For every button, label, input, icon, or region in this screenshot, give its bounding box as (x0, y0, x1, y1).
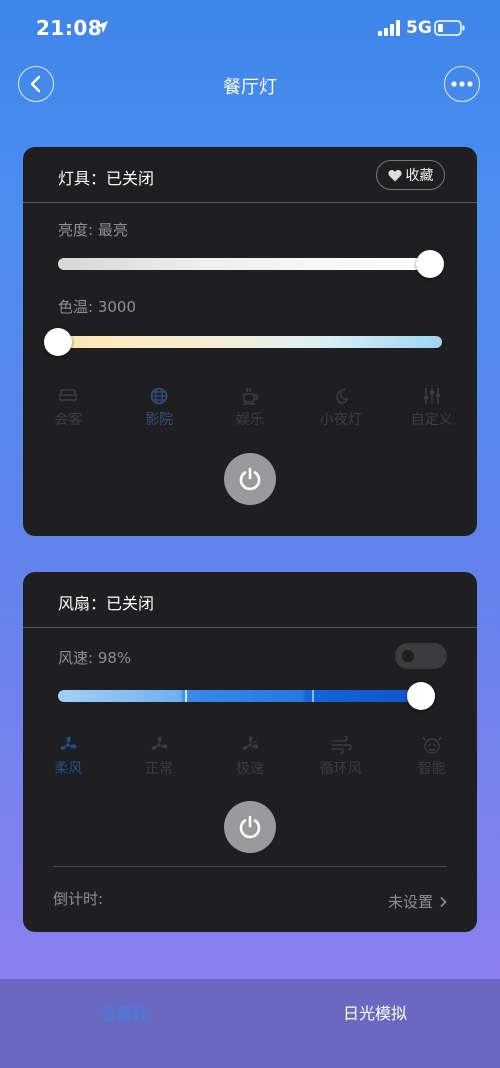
mode-label: 会客 (54, 412, 83, 428)
fan-mode-label: 智能 (417, 761, 446, 777)
power-icon (239, 467, 261, 491)
fan-icon (242, 736, 259, 751)
brightness-label: 亮度: 最亮 (58, 221, 128, 239)
fan-icon (60, 736, 77, 751)
fan-power-button[interactable] (224, 801, 276, 853)
speed-segment-divider (185, 690, 187, 702)
light-mode-row: 会客 影院 娱乐 小夜灯 自定义 (23, 386, 477, 429)
mode-meeting[interactable]: 会客 (23, 386, 114, 429)
fan-icon (151, 736, 168, 751)
navigation-bar: 餐厅灯 (0, 58, 500, 110)
favorite-label: 收藏 (405, 168, 434, 184)
coffee-icon (242, 388, 259, 405)
fan-mode-smart[interactable]: 智能 (386, 734, 477, 778)
fan-mode-label: 循环风 (319, 761, 362, 777)
wind-icon (330, 735, 352, 755)
brightness-slider-handle[interactable] (416, 250, 444, 278)
fan-mode-circulate[interactable]: 循环风 (295, 734, 386, 778)
light-power-button[interactable] (224, 453, 276, 505)
mode-label: 小夜灯 (319, 412, 362, 428)
status-time: 21:08 (36, 16, 103, 40)
light-card-header: 灯具：已关闭 收藏 (23, 147, 477, 203)
color-temperature-label: 色温: 3000 (58, 298, 136, 316)
cellular-signal-icon (378, 20, 400, 36)
fan-speed-label: 风速: 98% (58, 649, 132, 667)
timer-value: 未设置 (387, 893, 433, 911)
fan-mode-turbo[interactable]: 极速 (205, 734, 296, 778)
timer-label: 倒计时: (53, 890, 104, 908)
power-icon (239, 815, 261, 839)
more-dots-icon (451, 81, 473, 87)
tab-daylight-simulation[interactable]: 日光模拟 (250, 979, 500, 1068)
fan-card: 风扇：已关闭 风速: 98% 柔风 正常 极速 循环风 智能 倒计时: 未设置 (23, 572, 477, 932)
mode-label: 影院 (145, 412, 174, 428)
light-card: 灯具：已关闭 收藏 亮度: 最亮 色温: 3000 会客 影院 娱乐 小夜灯 自… (23, 147, 477, 536)
moon-icon (336, 388, 348, 404)
timer-setting[interactable]: 未设置 (388, 891, 447, 912)
mode-entertainment[interactable]: 娱乐 (205, 386, 296, 429)
color-temperature-slider-handle[interactable] (44, 328, 72, 356)
mode-cinema[interactable]: 影院 (114, 386, 205, 429)
battery-icon (434, 20, 465, 36)
fan-status-title: 风扇：已关闭 (58, 594, 155, 613)
fan-mode-gentle[interactable]: 柔风 (23, 734, 114, 778)
mode-label: 自定义 (410, 412, 453, 428)
location-arrow-icon (96, 21, 108, 33)
fan-card-header: 风扇：已关闭 (23, 572, 477, 628)
mode-label: 娱乐 (235, 412, 264, 428)
tab-whole-house[interactable]: 全屋控 (0, 979, 250, 1068)
favorite-button[interactable]: 收藏 (376, 160, 445, 190)
status-bar: 21:08 5G (0, 0, 500, 58)
fan-mode-label: 极速 (235, 761, 264, 777)
sofa-icon (59, 389, 78, 402)
page-title: 餐厅灯 (223, 77, 277, 98)
fan-mode-row: 柔风 正常 极速 循环风 智能 (23, 734, 477, 778)
bottom-tab-bar: 全屋控 日光模拟 (0, 979, 500, 1068)
fan-mode-label: 正常 (145, 761, 174, 777)
fan-speed-slider-handle[interactable] (406, 682, 435, 710)
sliders-icon (423, 388, 440, 404)
network-type: 5G (406, 18, 432, 38)
toggle-knob (402, 650, 414, 662)
mode-night-light[interactable]: 小夜灯 (295, 386, 386, 429)
globe-icon (150, 387, 168, 405)
light-status-title: 灯具：已关闭 (58, 169, 155, 188)
heart-icon (387, 169, 402, 181)
chevron-right-icon (440, 896, 447, 907)
fan-speed-slider[interactable] (58, 690, 428, 702)
brightness-slider[interactable] (58, 258, 432, 270)
fan-mode-normal[interactable]: 正常 (114, 734, 205, 778)
more-options-button[interactable] (444, 66, 480, 102)
timer-divider (53, 866, 447, 867)
fan-speed-toggle[interactable] (395, 643, 447, 669)
speed-segment-divider (312, 690, 314, 702)
mode-custom[interactable]: 自定义 (386, 386, 477, 429)
smart-icon (421, 736, 442, 754)
color-temperature-slider[interactable] (58, 336, 442, 348)
fan-mode-label: 柔风 (54, 761, 83, 777)
